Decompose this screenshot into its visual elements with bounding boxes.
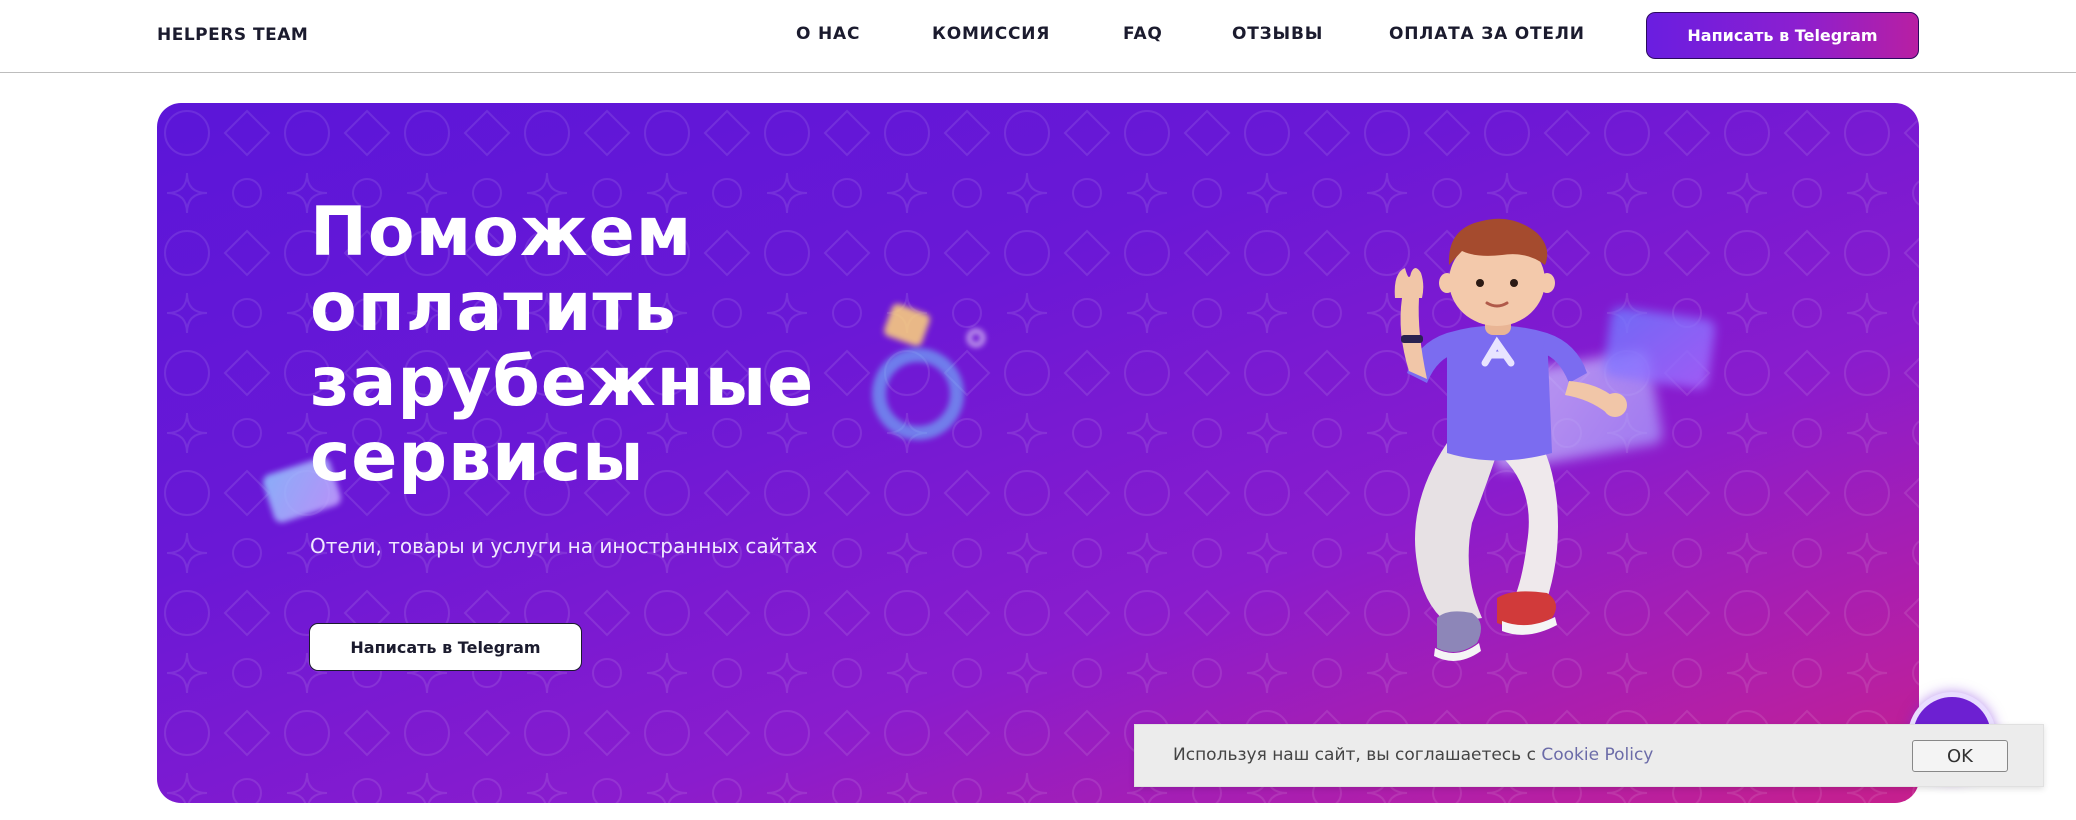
site-logo[interactable]: HELPERS TEAM bbox=[157, 25, 308, 45]
nav-link-about[interactable]: О НАС bbox=[796, 24, 860, 44]
cookie-accept-button[interactable]: OK bbox=[1912, 740, 2008, 772]
hero-title-line: сервисы bbox=[310, 418, 645, 497]
hero-telegram-button[interactable]: Написать в Telegram bbox=[309, 623, 582, 671]
nav-link-commission[interactable]: КОМИССИЯ bbox=[932, 24, 1050, 44]
nav-link-reviews[interactable]: ОТЗЫВЫ bbox=[1232, 24, 1323, 44]
landing-page: HELPERS TEAM О НАС КОМИССИЯ FAQ ОТЗЫВЫ О… bbox=[0, 0, 2076, 820]
cookie-text: Используя наш сайт, вы соглашаетесь с bbox=[1173, 745, 1542, 765]
header-telegram-button[interactable]: Написать в Telegram bbox=[1646, 12, 1919, 59]
hero-title-line: Поможем bbox=[310, 193, 693, 272]
cookie-policy-link[interactable]: Cookie Policy bbox=[1541, 745, 1653, 765]
hero-title: Поможем оплатить зарубежные сервисы bbox=[310, 195, 1110, 495]
hero-subtitle: Отели, товары и услуги на иностранных са… bbox=[310, 534, 818, 558]
3d-character-illustration bbox=[1394, 218, 1627, 661]
cookie-message: Используя наш сайт, вы соглашаетесь с Co… bbox=[1173, 745, 1653, 765]
nav-link-hotel-payment[interactable]: ОПЛАТА ЗА ОТЕЛИ bbox=[1389, 24, 1585, 44]
hero-title-line: зарубежные bbox=[310, 343, 815, 422]
hero-title-line: оплатить bbox=[310, 268, 677, 347]
cookie-banner: Используя наш сайт, вы соглашаетесь с Co… bbox=[1134, 724, 2044, 787]
nav-link-faq[interactable]: FAQ bbox=[1123, 24, 1163, 44]
hero-banner: Поможем оплатить зарубежные сервисы Отел… bbox=[157, 103, 1919, 803]
site-header: HELPERS TEAM О НАС КОМИССИЯ FAQ ОТЗЫВЫ О… bbox=[0, 0, 2076, 73]
